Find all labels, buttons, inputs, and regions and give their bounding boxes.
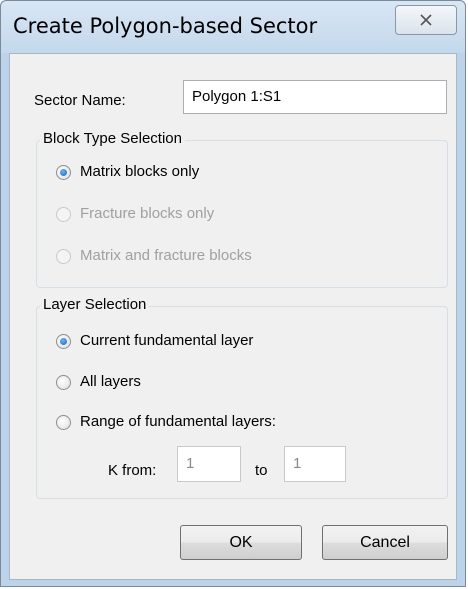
cancel-button[interactable]: Cancel	[322, 525, 448, 560]
radio-current-fundamental-layer-label: Current fundamental layer	[80, 332, 254, 349]
radio-icon	[56, 415, 71, 430]
radio-all-layers-label: All layers	[80, 373, 141, 390]
radio-icon	[56, 249, 71, 264]
k-from-input[interactable]: 1	[177, 446, 241, 482]
sector-name-input[interactable]: Polygon 1:S1	[183, 80, 447, 114]
block-type-group-title: Block Type Selection	[40, 130, 185, 147]
radio-matrix-blocks-only-label: Matrix blocks only	[80, 163, 200, 180]
k-from-label: K from:	[108, 462, 157, 479]
k-to-input[interactable]: 1	[284, 446, 346, 482]
layer-selection-group-title: Layer Selection	[40, 296, 150, 313]
radio-icon	[56, 165, 71, 180]
radio-icon	[56, 334, 71, 349]
title-bar: Create Polygon-based Sector	[1, 1, 465, 53]
radio-icon	[56, 207, 71, 222]
radio-range-of-fundamental-layers-label: Range of fundamental layers:	[80, 413, 276, 430]
to-label: to	[255, 462, 268, 479]
dialog-client-area: Sector Name: Polygon 1:S1 Block Type Sel…	[9, 53, 457, 580]
close-icon	[420, 14, 432, 26]
dialog-window: Create Polygon-based Sector Sector Name:…	[0, 0, 466, 587]
sector-name-label: Sector Name:	[34, 92, 126, 109]
radio-fracture-blocks-only-label: Fracture blocks only	[80, 205, 215, 222]
radio-matrix-and-fracture-blocks-label: Matrix and fracture blocks	[80, 247, 252, 264]
window-title: Create Polygon-based Sector	[13, 14, 318, 38]
ok-button[interactable]: OK	[180, 525, 302, 560]
close-button[interactable]	[395, 5, 457, 35]
radio-icon	[56, 375, 71, 390]
